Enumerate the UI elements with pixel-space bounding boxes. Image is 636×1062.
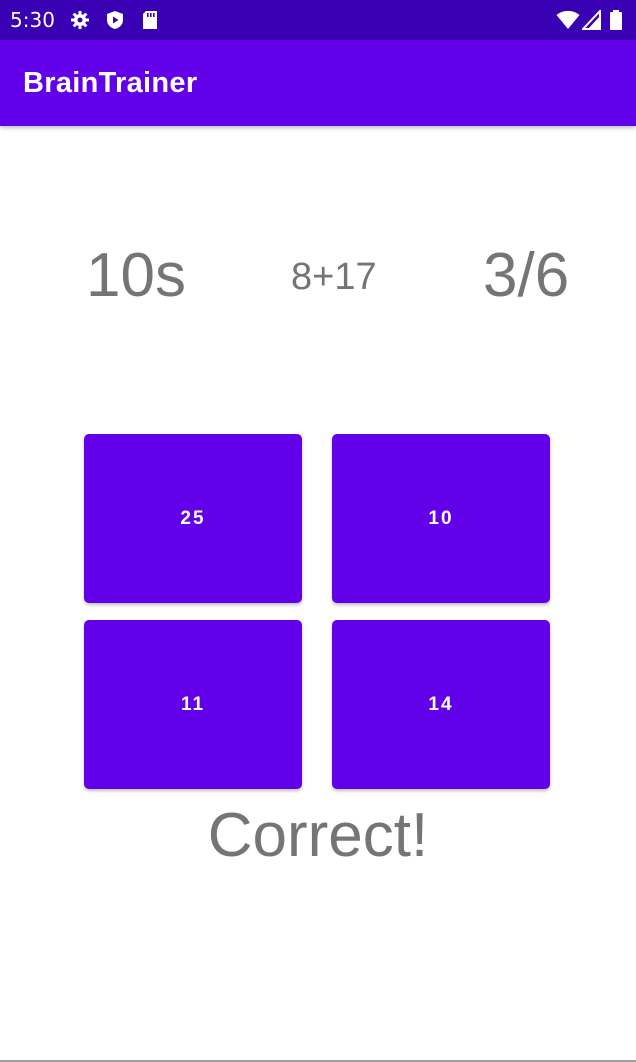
timer-text: 10s bbox=[86, 241, 186, 310]
play-shield-icon bbox=[107, 11, 123, 29]
app-bar: BrainTrainer bbox=[0, 40, 636, 126]
status-bar: 5:30 bbox=[0, 0, 636, 40]
answer-button-1[interactable]: 25 bbox=[84, 434, 302, 603]
score-text: 3/6 bbox=[483, 241, 570, 310]
gear-icon bbox=[71, 11, 89, 29]
wifi-icon bbox=[556, 10, 580, 29]
question-text: 8+17 bbox=[291, 256, 377, 298]
answer-button-4[interactable]: 14 bbox=[332, 620, 550, 789]
battery-icon bbox=[610, 10, 622, 30]
status-time: 5:30 bbox=[10, 8, 55, 32]
result-text: Correct! bbox=[207, 801, 429, 870]
sd-card-icon bbox=[143, 11, 157, 29]
app-title: BrainTrainer bbox=[23, 67, 198, 99]
answer-button-2[interactable]: 10 bbox=[332, 434, 550, 603]
cell-signal-icon bbox=[582, 10, 601, 30]
answer-button-3[interactable]: 11 bbox=[84, 620, 302, 789]
